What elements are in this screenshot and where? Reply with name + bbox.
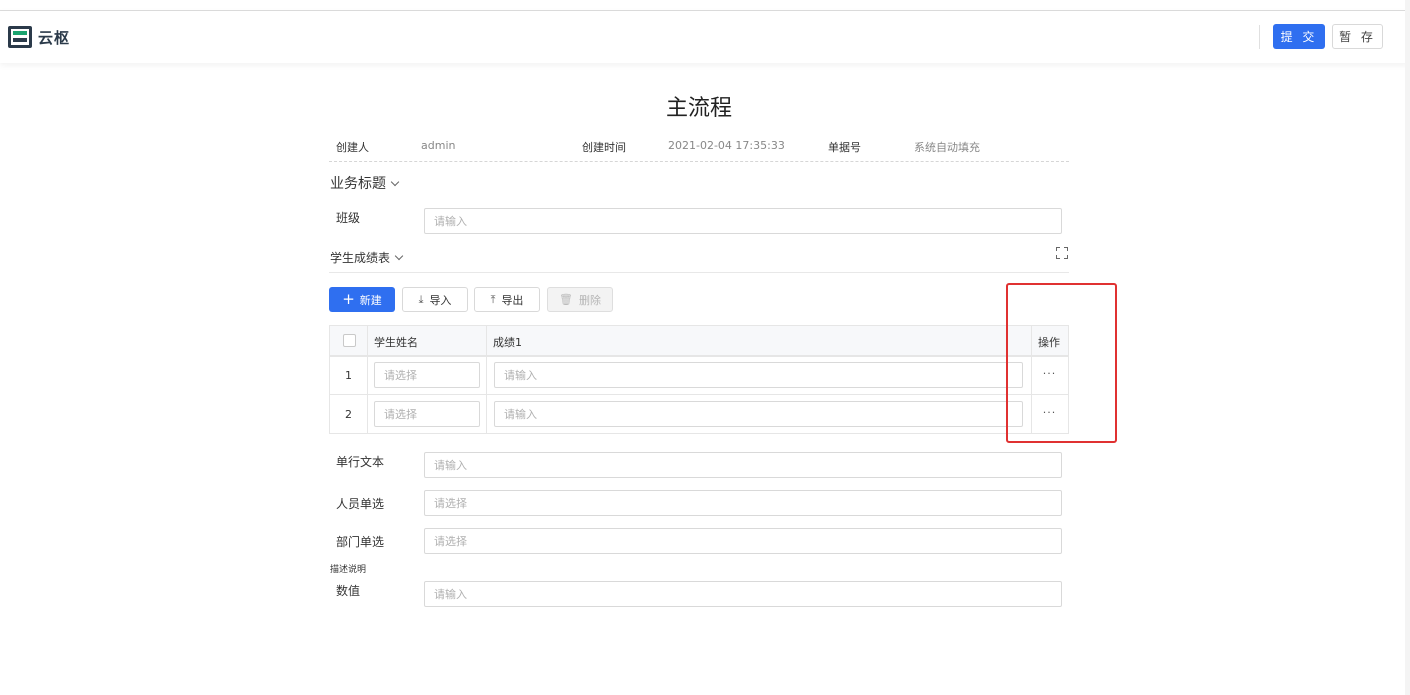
column-header-name: 学生姓名 xyxy=(374,336,418,349)
description-label: 描述说明 xyxy=(330,565,367,575)
col-divider xyxy=(367,326,368,433)
new-label: 新建 xyxy=(359,293,382,307)
logo-icon xyxy=(8,26,32,48)
save-draft-button[interactable]: 暂 存 xyxy=(1332,24,1383,49)
row-divider xyxy=(330,356,1068,357)
row-divider xyxy=(330,394,1068,395)
fullscreen-icon[interactable] xyxy=(1056,247,1068,259)
business-title-label: 业务标题 xyxy=(330,176,386,192)
col-divider xyxy=(486,326,487,433)
creator-value: admin xyxy=(421,139,456,152)
student-name-select[interactable] xyxy=(374,362,480,388)
business-title-section[interactable]: 业务标题 xyxy=(330,173,400,193)
single-text-label: 单行文本 xyxy=(336,455,385,469)
form-title: 主流程 xyxy=(665,96,732,121)
delete-label: 删除 xyxy=(578,293,601,307)
chevron-down-icon xyxy=(394,251,404,261)
department-select-label: 部门单选 xyxy=(336,535,385,549)
export-button[interactable]: ⤒ 导出 xyxy=(474,287,540,312)
import-button[interactable]: ⤓ 导入 xyxy=(402,287,468,312)
number-input[interactable] xyxy=(424,581,1062,607)
upload-icon: ⤒ xyxy=(490,292,496,306)
creator-label: 创建人 xyxy=(336,141,369,154)
student-score-table: 学生姓名 成绩1 操作 1 ··· 2 ··· xyxy=(329,325,1069,434)
subtable-section[interactable]: 学生成绩表 xyxy=(330,249,404,266)
person-select-input[interactable] xyxy=(424,490,1062,516)
column-header-score: 成绩1 xyxy=(493,336,522,349)
chevron-down-icon xyxy=(390,177,400,186)
delete-button[interactable]: 🗑 删除 xyxy=(547,287,613,312)
download-icon: ⤓ xyxy=(418,292,424,306)
doc-no-label: 单据号 xyxy=(828,141,861,154)
score-input[interactable] xyxy=(494,401,1023,427)
section-divider xyxy=(329,272,1069,273)
created-time-label: 创建时间 xyxy=(582,141,626,154)
meta-divider xyxy=(329,161,1069,162)
class-label: 班级 xyxy=(336,211,361,225)
highlight-box xyxy=(1006,283,1117,443)
department-select-input[interactable] xyxy=(424,528,1062,554)
logo: 云枢 xyxy=(8,26,70,48)
created-time-value: 2021-02-04 17:35:33 xyxy=(668,139,785,152)
logo-text: 云枢 xyxy=(38,28,71,47)
select-all-checkbox[interactable] xyxy=(343,334,356,347)
trash-icon: 🗑 xyxy=(559,293,573,306)
plus-icon: + xyxy=(342,290,355,308)
header-divider xyxy=(1259,25,1260,49)
table-header xyxy=(330,326,1068,356)
row-index: 1 xyxy=(345,369,352,382)
score-input[interactable] xyxy=(494,362,1023,388)
import-label: 导入 xyxy=(429,293,452,307)
number-label: 数值 xyxy=(336,584,361,598)
student-name-select[interactable] xyxy=(374,401,480,427)
doc-no-value: 系统自动填充 xyxy=(914,141,980,154)
submit-button[interactable]: 提 交 xyxy=(1273,24,1325,49)
app-header: 云枢 提 交 暂 存 xyxy=(0,11,1410,63)
subtable-title: 学生成绩表 xyxy=(330,251,391,265)
export-label: 导出 xyxy=(501,293,524,307)
class-input[interactable] xyxy=(424,208,1062,234)
scrollbar-track[interactable] xyxy=(1405,0,1410,695)
row-index: 2 xyxy=(345,408,352,421)
person-select-label: 人员单选 xyxy=(336,497,385,511)
single-text-input[interactable] xyxy=(424,452,1062,478)
new-row-button[interactable]: + 新建 xyxy=(329,287,395,312)
